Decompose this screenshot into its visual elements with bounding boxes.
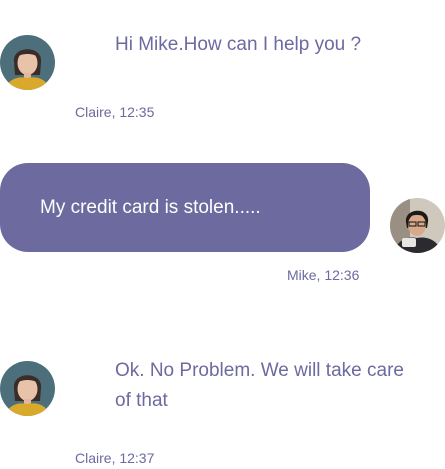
avatar-claire-icon[interactable] — [0, 361, 55, 416]
message-text-3: Ok. No Problem. We will take care of tha… — [115, 360, 404, 411]
chat-thread: Hi Mike.How can I help you ? Claire, 12:… — [0, 0, 445, 469]
message-meta-1: Claire, 12:35 — [75, 104, 155, 120]
avatar-mike-icon[interactable] — [390, 198, 445, 253]
message-meta-3: Claire, 12:37 — [75, 450, 155, 466]
avatar-claire-icon[interactable] — [0, 35, 55, 90]
message-text-1: Hi Mike.How can I help you ? — [115, 34, 362, 55]
message-meta-2: Mike, 12:36 — [287, 267, 360, 283]
message-text-2: My credit card is stolen..... — [40, 197, 261, 218]
message-bubble-outgoing[interactable]: My credit card is stolen..... — [0, 163, 370, 252]
